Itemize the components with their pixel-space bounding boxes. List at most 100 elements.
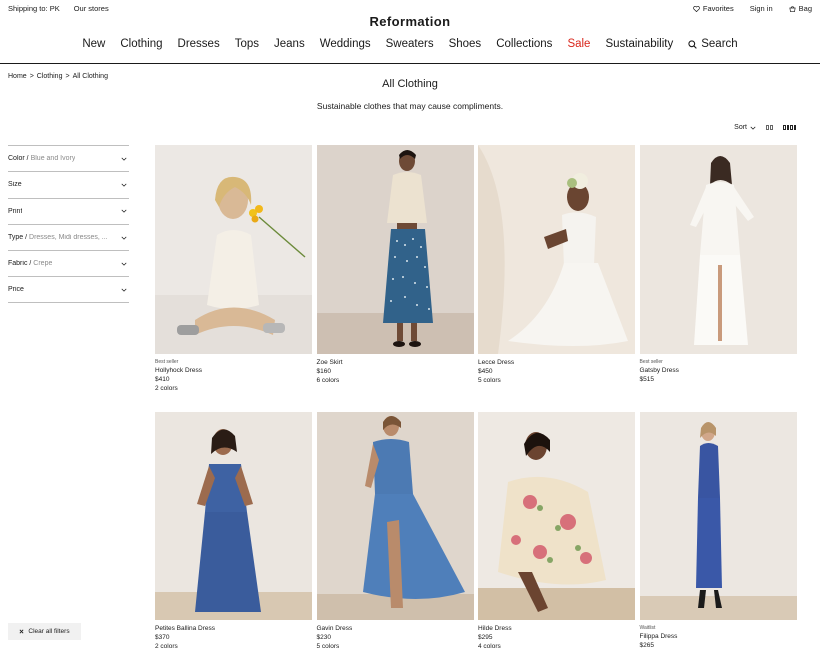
filter-value: Dresses, Midi dresses, ... xyxy=(29,234,108,242)
chevron-down-icon xyxy=(121,288,127,292)
filter-type[interactable]: Type / Dresses, Midi dresses, ... xyxy=(8,223,129,250)
filter-label: Print xyxy=(8,207,23,215)
product-image[interactable] xyxy=(639,145,797,354)
nav-jeans[interactable]: Jeans xyxy=(274,38,305,50)
shipping-to-link[interactable]: Shipping to: PK xyxy=(8,4,60,13)
product-colors: 2 colors xyxy=(155,643,178,650)
favorites-link[interactable]: Favorites xyxy=(693,4,734,13)
nav-sweaters[interactable]: Sweaters xyxy=(386,38,434,50)
bag-label: Bag xyxy=(798,4,812,13)
product-name[interactable]: Petites Ballina Dress xyxy=(155,624,312,633)
grid-two-columns-icon[interactable] xyxy=(766,125,773,130)
product-card[interactable]: Hilde Dress $295 4 colors xyxy=(478,412,635,651)
product-colors: 4 colors xyxy=(478,643,501,650)
product-image[interactable] xyxy=(316,145,474,354)
nav-sustainability[interactable]: Sustainability xyxy=(605,38,673,50)
filter-print[interactable]: Print xyxy=(8,197,129,224)
product-name[interactable]: Lecce Dress xyxy=(478,358,635,367)
chevron-down-icon xyxy=(750,126,756,130)
product-name[interactable]: Gavin Dress xyxy=(317,624,474,633)
main-nav: New Clothing Dresses Tops Jeans Weddings… xyxy=(0,38,820,50)
clear-all-filters-button[interactable]: Clear all filters xyxy=(8,623,81,640)
filter-price[interactable]: Price xyxy=(8,276,129,303)
sort-toolbar: Sort xyxy=(734,124,796,131)
sort-label: Sort xyxy=(734,124,747,131)
nav-divider xyxy=(0,63,820,64)
our-stores-link[interactable]: Our stores xyxy=(74,4,109,13)
filter-panel: Color / Blue and Ivory Size Print Type /… xyxy=(8,145,129,303)
product-card[interactable]: Zoe Skirt $160 6 colors xyxy=(316,145,474,385)
product-name[interactable]: Zoe Skirt xyxy=(317,358,474,367)
chevron-down-icon xyxy=(121,236,127,240)
search-icon xyxy=(688,39,697,49)
nav-sale[interactable]: Sale xyxy=(567,38,590,50)
product-image[interactable] xyxy=(155,145,312,354)
search-label: Search xyxy=(701,38,738,50)
filter-label: Type xyxy=(8,234,24,242)
filter-size[interactable]: Size xyxy=(8,171,129,197)
page-title: All Clothing xyxy=(382,78,438,90)
filter-label: Color xyxy=(8,155,25,163)
product-price: $265 xyxy=(639,642,654,649)
product-price: $230 xyxy=(316,634,331,641)
product-name[interactable]: Gatsby Dress xyxy=(640,366,797,375)
sort-dropdown[interactable]: Sort xyxy=(734,124,756,131)
close-icon xyxy=(19,629,24,634)
product-badge: Best seller xyxy=(639,359,663,365)
filter-value: Crepe xyxy=(33,260,53,268)
chevron-down-icon xyxy=(121,262,127,266)
product-image[interactable] xyxy=(639,412,797,620)
chevron-down-icon xyxy=(121,183,127,187)
product-colors: 5 colors xyxy=(478,377,501,384)
product-name[interactable]: Hilde Dress xyxy=(478,624,635,633)
product-image[interactable] xyxy=(316,412,474,620)
product-price: $295 xyxy=(478,634,493,641)
page-subtitle: Sustainable clothes that may cause compl… xyxy=(316,101,504,111)
product-price: $450 xyxy=(478,368,493,375)
filter-label: Size xyxy=(8,181,22,189)
product-card[interactable]: Waitlist Filippa Dress $265 xyxy=(639,412,797,650)
product-image[interactable] xyxy=(478,145,635,354)
product-price: $160 xyxy=(316,368,331,375)
heart-icon xyxy=(693,5,700,12)
favorites-label: Favorites xyxy=(702,4,734,13)
nav-weddings[interactable]: Weddings xyxy=(320,38,371,50)
product-name[interactable]: Hollyhock Dress xyxy=(155,366,312,375)
product-badge: Best seller xyxy=(155,359,179,365)
product-card[interactable]: Petites Ballina Dress $370 2 colors xyxy=(155,412,312,651)
product-colors: 5 colors xyxy=(316,643,340,650)
product-card[interactable]: Gavin Dress $230 5 colors xyxy=(316,412,474,651)
product-image[interactable] xyxy=(478,412,635,620)
product-card[interactable]: Best seller Hollyhock Dress $410 2 color… xyxy=(155,145,312,393)
product-price: $370 xyxy=(155,634,170,641)
search-button[interactable]: Search xyxy=(688,38,738,50)
product-badge: Waitlist xyxy=(639,625,656,631)
chevron-down-icon xyxy=(121,157,127,161)
nav-clothing[interactable]: Clothing xyxy=(120,38,162,50)
sign-in-link[interactable]: Sign in xyxy=(750,4,773,13)
product-card[interactable]: Best seller Gatsby Dress $515 xyxy=(639,145,797,384)
filter-color[interactable]: Color / Blue and Ivory xyxy=(8,145,129,171)
product-price: $515 xyxy=(639,376,654,383)
product-price: $410 xyxy=(155,376,170,383)
bag-icon xyxy=(789,5,796,12)
bag-link[interactable]: Bag xyxy=(789,4,812,13)
nav-shoes[interactable]: Shoes xyxy=(449,38,482,50)
grid-four-columns-icon[interactable] xyxy=(783,125,796,130)
chevron-down-icon xyxy=(121,209,127,213)
brand-logo[interactable]: Reformation xyxy=(0,14,820,29)
product-colors: 2 colors xyxy=(155,385,178,392)
nav-new[interactable]: New xyxy=(82,38,105,50)
filter-label: Fabric xyxy=(8,260,28,268)
nav-dresses[interactable]: Dresses xyxy=(178,38,220,50)
product-image[interactable] xyxy=(155,412,312,620)
clear-all-filters-label: Clear all filters xyxy=(28,628,70,635)
product-name[interactable]: Filippa Dress xyxy=(640,632,797,641)
nav-tops[interactable]: Tops xyxy=(235,38,259,50)
product-colors: 6 colors xyxy=(316,377,340,384)
filter-label: Price xyxy=(8,286,24,294)
product-card[interactable]: Lecce Dress $450 5 colors xyxy=(478,145,635,385)
filter-value: Blue and Ivory xyxy=(30,155,76,163)
filter-fabric[interactable]: Fabric / Crepe xyxy=(8,250,129,276)
nav-collections[interactable]: Collections xyxy=(496,38,552,50)
